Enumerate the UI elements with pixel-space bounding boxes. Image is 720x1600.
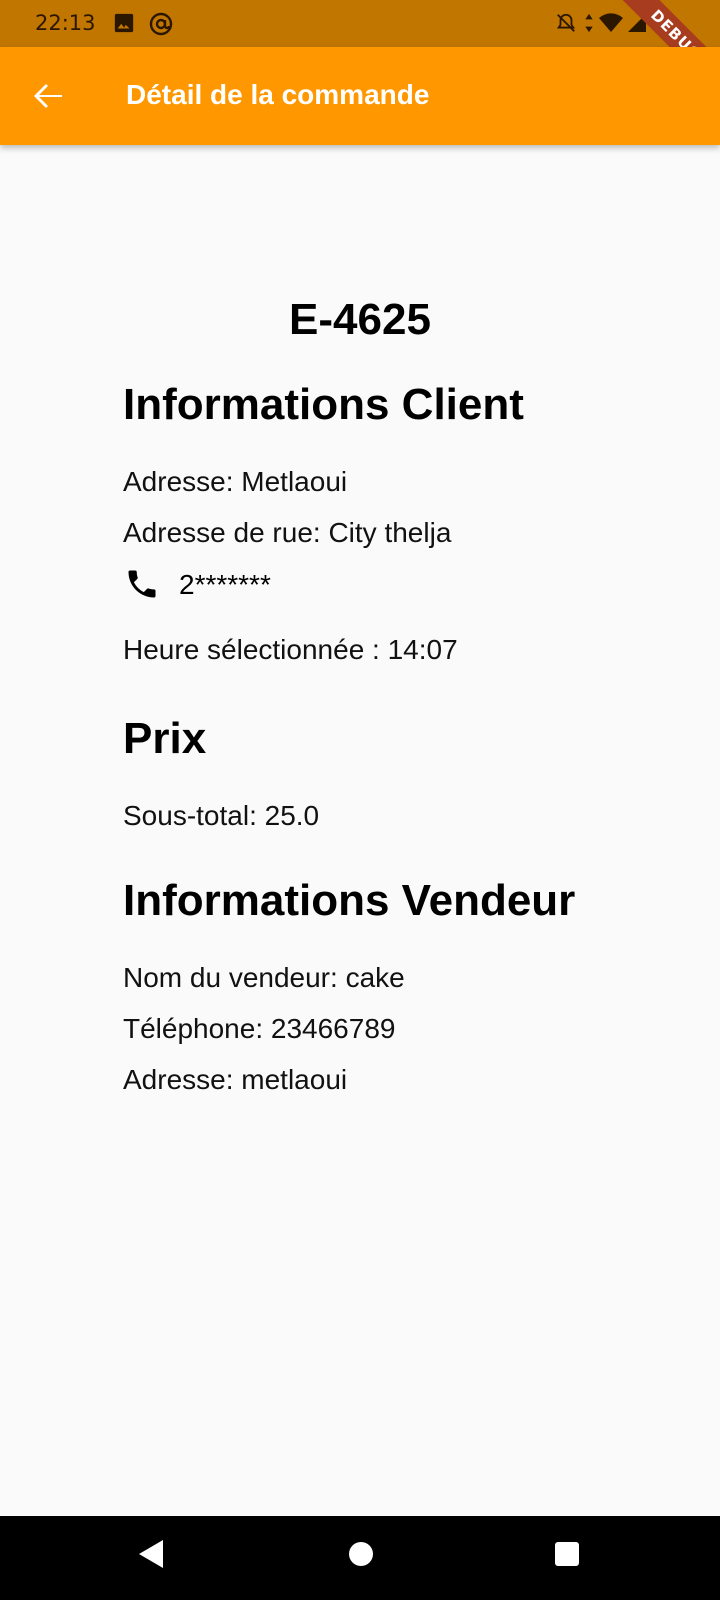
vendor-section-title: Informations Vendeur [123, 876, 576, 925]
mute-bell-icon [555, 12, 577, 34]
status-time: 22:13 [35, 11, 96, 35]
vendor-name: Nom du vendeur: cake [123, 962, 405, 993]
wifi-icon [598, 12, 624, 34]
app-bar: Détail de la commande [0, 47, 720, 145]
client-phone: 2******* [179, 569, 271, 600]
back-button[interactable] [24, 72, 72, 120]
vendor-phone: Téléphone: 23466789 [123, 1013, 396, 1044]
page-title: Détail de la commande [126, 79, 430, 110]
vendor-address: Adresse: metlaoui [123, 1064, 348, 1095]
nav-back-button[interactable] [137, 1538, 165, 1575]
client-section-title: Informations Client [123, 380, 524, 429]
data-arrows-icon [583, 12, 595, 34]
at-sign-notification-icon [149, 12, 173, 36]
status-bar: 22:13 DEBUG [0, 0, 720, 47]
nav-recents-button[interactable] [553, 1538, 581, 1575]
client-address: Adresse: Metlaoui [123, 466, 348, 497]
arrow-back-icon [34, 84, 62, 108]
system-nav-bar [0, 1516, 720, 1600]
selected-time: Heure sélectionnée : 14:07 [123, 634, 458, 665]
phone-icon [128, 570, 156, 598]
square-recents-icon [555, 1542, 579, 1566]
order-id: E-4625 [289, 295, 431, 344]
client-street-address: Adresse de rue: City thelja [123, 517, 452, 548]
triangle-back-icon [139, 1540, 163, 1568]
circle-home-icon [349, 1542, 373, 1566]
nav-home-button[interactable] [347, 1538, 375, 1575]
subtotal: Sous-total: 25.0 [123, 800, 320, 831]
gallery-notification-icon [113, 12, 135, 34]
price-section-title: Prix [123, 714, 207, 763]
